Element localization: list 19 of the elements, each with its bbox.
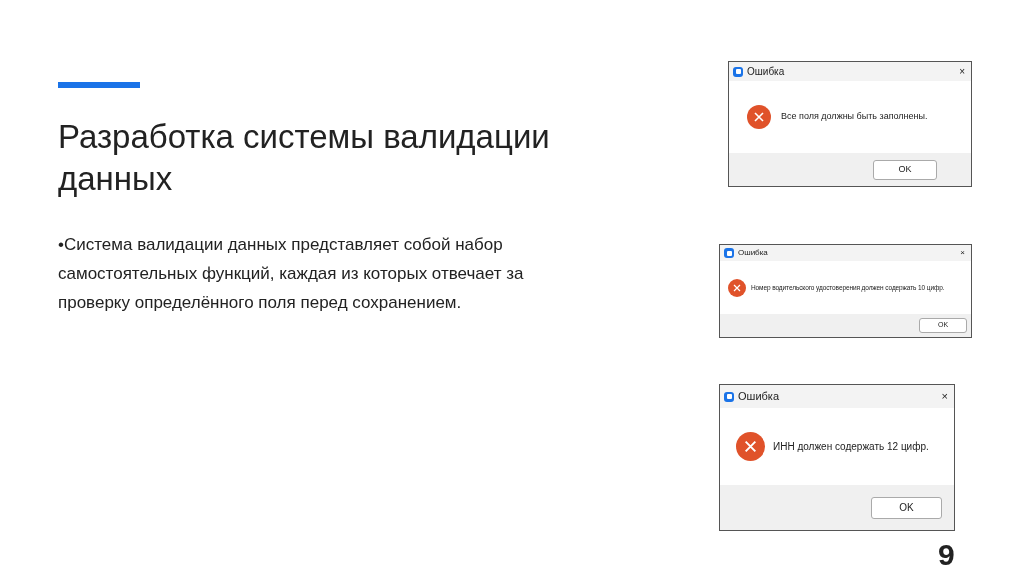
error-icon <box>728 278 746 297</box>
dialog-title: Ошибка <box>747 65 785 79</box>
close-button[interactable]: × <box>957 66 967 77</box>
dialog-title: Ошибка <box>738 247 768 259</box>
error-icon <box>747 105 771 129</box>
slide-title: Разработка системы валидации данных <box>58 117 551 199</box>
error-icon <box>736 432 765 461</box>
ok-button[interactable]: OK <box>873 159 937 180</box>
close-button[interactable]: × <box>958 249 967 257</box>
error-message: Все поля должны быть заполнены. <box>781 110 928 124</box>
app-icon <box>724 391 734 402</box>
page-number: 9 <box>938 537 955 573</box>
ok-button[interactable]: OK <box>871 496 942 519</box>
slide-body: •Система валидации данных представляет собой набор самостоятельных функций, каждая из которых отвечает за проверку определённого поля перед сохранением. <box>58 234 525 314</box>
close-button[interactable]: × <box>939 391 950 402</box>
app-icon <box>724 248 734 258</box>
dialog-title: Ошибка <box>738 389 779 405</box>
app-icon <box>733 66 743 77</box>
error-message: ИНН должен содержать 12 цифр. <box>773 440 929 454</box>
